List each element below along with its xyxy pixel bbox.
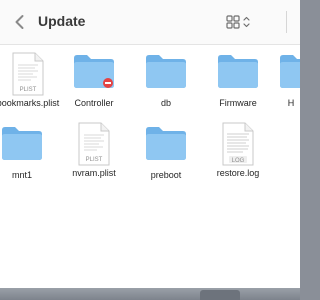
grid-view-icon[interactable]: [226, 14, 252, 30]
finder-window: Update PLIST bookmarks.plist Controller …: [0, 0, 300, 288]
file-item-nvram-plist[interactable]: PLIST nvram.plist: [56, 122, 132, 192]
item-label: restore.log: [216, 168, 260, 178]
toolbar: Update: [0, 0, 300, 45]
desktop-background: [0, 288, 300, 300]
plist-document-icon: PLIST: [78, 122, 110, 166]
folder-icon: [218, 55, 258, 88]
log-document-icon: LOG: [222, 122, 254, 166]
folder-icon: [2, 127, 42, 160]
plist-badge: PLIST: [86, 157, 103, 163]
plist-document-icon: PLIST: [12, 52, 44, 96]
folder-icon: [146, 127, 186, 160]
dock-edge: [200, 290, 240, 300]
folder-icon: [280, 55, 300, 88]
file-item-restore-log[interactable]: LOG restore.log: [200, 122, 276, 192]
folder-item-mnt1[interactable]: mnt1: [0, 124, 60, 194]
chevron-left-icon[interactable]: [12, 13, 28, 31]
folder-icon: [74, 55, 114, 88]
folder-item-controller[interactable]: Controller: [56, 52, 132, 122]
folder-item-h[interactable]: H: [272, 52, 300, 122]
item-label: H: [287, 98, 295, 108]
folder-item-firmware[interactable]: Firmware: [200, 52, 276, 122]
plist-badge: PLIST: [20, 87, 37, 93]
toolbar-divider: [286, 11, 287, 33]
log-badge: LOG: [232, 158, 245, 164]
folder-icon: [146, 55, 186, 88]
folder-item-db[interactable]: db: [128, 52, 204, 122]
window-title: Update: [38, 13, 86, 29]
folder-item-preboot[interactable]: preboot: [128, 124, 204, 194]
